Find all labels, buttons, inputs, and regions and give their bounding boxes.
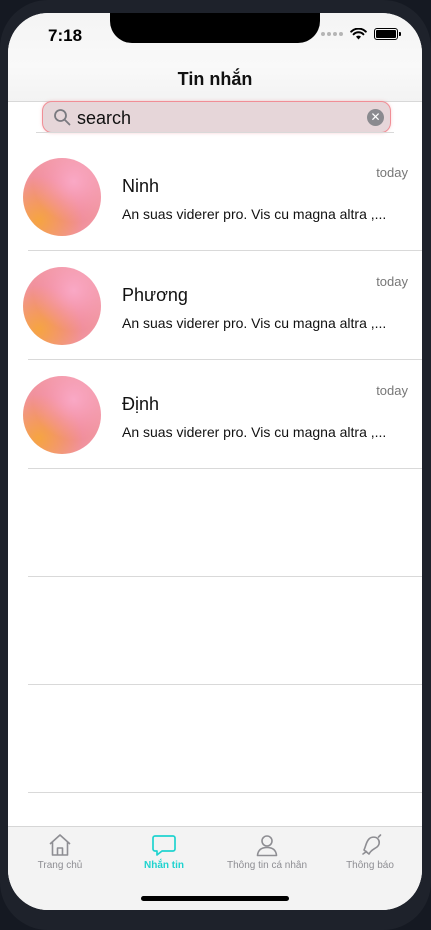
tab-label: Trang chủ <box>37 860 83 871</box>
avatar <box>23 376 101 454</box>
empty-row <box>8 577 422 685</box>
tab-profile[interactable]: Thông tin cá nhân <box>215 833 319 871</box>
wifi-icon <box>350 28 367 40</box>
message-preview: An suas viderer pro. Vis cu magna altra … <box>122 315 387 331</box>
person-icon <box>256 835 278 857</box>
signal-icon <box>321 32 343 36</box>
status-icons <box>321 28 401 40</box>
contact-name: Ninh <box>122 176 160 196</box>
conversation-row[interactable]: Ninh An suas viderer pro. Vis cu magna a… <box>8 142 422 251</box>
search-icon <box>54 109 71 126</box>
device-frame: Tin nhắn 7:18 ✕ <box>0 0 431 930</box>
home-indicator[interactable] <box>141 896 289 901</box>
avatar <box>23 158 101 236</box>
notch <box>110 13 320 43</box>
search-bar[interactable]: ✕ <box>42 101 391 133</box>
home-icon <box>49 834 71 856</box>
tab-notifications[interactable]: Thông báo <box>318 833 422 871</box>
app-screen: Tin nhắn 7:18 ✕ <box>8 13 422 910</box>
empty-row <box>8 685 422 793</box>
conversation-row[interactable]: Phương An suas viderer pro. Vis cu magna… <box>8 251 422 360</box>
tab-label: Thông tin cá nhân <box>226 860 308 871</box>
avatar <box>23 267 101 345</box>
chat-icon <box>152 835 176 856</box>
message-time: today <box>376 383 408 398</box>
contact-name: Định <box>122 394 160 414</box>
empty-row <box>8 469 422 577</box>
tab-messages[interactable]: Nhắn tin <box>112 833 216 871</box>
conversation-row[interactable]: Định An suas viderer pro. Vis cu magna a… <box>8 360 422 469</box>
tab-label: Thông báo <box>346 860 394 871</box>
status-time: 7:18 <box>48 26 83 45</box>
contact-name: Phương <box>122 285 188 305</box>
message-preview: An suas viderer pro. Vis cu magna altra … <box>122 206 387 222</box>
bell-icon <box>362 834 382 855</box>
tab-label: Nhắn tin <box>144 860 184 871</box>
message-preview: An suas viderer pro. Vis cu magna altra … <box>122 424 387 440</box>
conversation-list: Ninh An suas viderer pro. Vis cu magna a… <box>8 142 422 793</box>
clear-search-icon[interactable]: ✕ <box>367 109 384 126</box>
message-time: today <box>376 274 408 289</box>
tab-bar: Trang chủ Nhắn tin Thông tin cá nhân Thô… <box>8 826 422 910</box>
status-bar: 7:18 <box>8 13 422 57</box>
tab-home[interactable]: Trang chủ <box>8 833 112 871</box>
message-time: today <box>376 165 408 180</box>
battery-icon <box>374 28 401 40</box>
page-title: Tin nhắn <box>177 69 253 89</box>
search-divider <box>36 132 394 133</box>
search-input[interactable] <box>77 106 347 130</box>
